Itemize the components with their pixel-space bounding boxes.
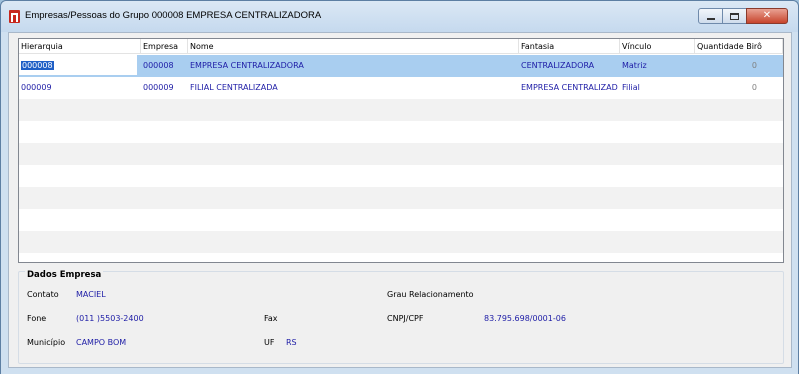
- table-row[interactable]: 000009 000009 FILIAL CENTRALIZADA EMPRES…: [19, 77, 783, 99]
- cnpj-cpf-value: 83.795.698/0001-06: [484, 314, 566, 323]
- empty-row: [19, 121, 783, 143]
- cell-empresa: 000009: [143, 83, 174, 92]
- window-bottom-border: [1, 368, 798, 374]
- close-icon: ✕: [762, 10, 772, 21]
- empresas-grid[interactable]: Hierarquia Empresa Nome Fantasia Vínculo…: [18, 38, 784, 263]
- cell-vinculo: Filial: [622, 83, 640, 92]
- empty-row: [19, 165, 783, 187]
- maximize-button[interactable]: [722, 8, 747, 24]
- empty-row: [19, 209, 783, 231]
- column-header-fantasia[interactable]: Fantasia: [519, 39, 620, 54]
- title-bar[interactable]: Empresas/Pessoas do Grupo 000008 EMPRESA…: [1, 1, 798, 32]
- contato-label: Contato: [27, 290, 59, 299]
- column-header-quantidade-biro[interactable]: Quantidade Birô: [695, 39, 783, 54]
- contato-value: MACIEL: [76, 290, 106, 299]
- grid-header: Hierarquia Empresa Nome Fantasia Vínculo…: [19, 39, 783, 54]
- empty-row: [19, 231, 783, 253]
- client-area: Hierarquia Empresa Nome Fantasia Vínculo…: [8, 32, 792, 368]
- cell-fantasia: EMPRESA CENTRALIZAD: [521, 83, 618, 92]
- cnpj-cpf-label: CNPJ/CPF: [387, 314, 424, 323]
- column-header-vinculo[interactable]: Vínculo: [620, 39, 695, 54]
- fax-label: Fax: [264, 314, 278, 323]
- window-controls: ✕: [698, 8, 788, 24]
- cell-fantasia: CENTRALIZADORA: [521, 61, 595, 70]
- dados-empresa-group: Dados Empresa Contato MACIEL Grau Relaci…: [18, 270, 784, 364]
- fone-label: Fone: [27, 314, 47, 323]
- cell-hierarquia[interactable]: 000008: [19, 55, 137, 75]
- window-title: Empresas/Pessoas do Grupo 000008 EMPRESA…: [25, 10, 322, 21]
- dialog-window: Empresas/Pessoas do Grupo 000008 EMPRESA…: [0, 0, 799, 374]
- cell-empresa: 000008: [143, 61, 174, 70]
- uf-value: RS: [286, 338, 297, 347]
- column-header-nome[interactable]: Nome: [188, 39, 519, 54]
- cell-nome: FILIAL CENTRALIZADA: [190, 83, 278, 92]
- cell-nome: EMPRESA CENTRALIZADORA: [190, 61, 304, 70]
- empty-row: [19, 99, 783, 121]
- table-row[interactable]: 000008 000008 EMPRESA CENTRALIZADORA CEN…: [19, 55, 783, 77]
- cell-vinculo: Matriz: [622, 61, 647, 70]
- cell-quantidade-biro: 0: [751, 83, 757, 92]
- municipio-value: CAMPO BOM: [76, 338, 127, 347]
- close-button[interactable]: ✕: [746, 8, 788, 24]
- minimize-icon: [706, 17, 715, 20]
- grau-relacionamento-label: Grau Relacionamento: [387, 290, 474, 299]
- column-header-hierarquia[interactable]: Hierarquia: [19, 39, 141, 54]
- cell-quantidade-biro: 0: [751, 61, 757, 70]
- minimize-button[interactable]: [698, 8, 723, 24]
- app-icon: [9, 10, 20, 23]
- group-title: Dados Empresa: [25, 270, 104, 280]
- municipio-label: Município: [27, 338, 66, 347]
- empty-row: [19, 143, 783, 165]
- uf-label: UF: [264, 338, 275, 347]
- fone-value: (011 )5503-2400: [76, 314, 144, 323]
- cell-hierarquia: 000009: [21, 83, 52, 92]
- cell-hierarquia-text: 000008: [21, 61, 54, 70]
- empty-row: [19, 187, 783, 209]
- column-header-empresa[interactable]: Empresa: [141, 39, 188, 54]
- maximize-icon: [730, 12, 739, 20]
